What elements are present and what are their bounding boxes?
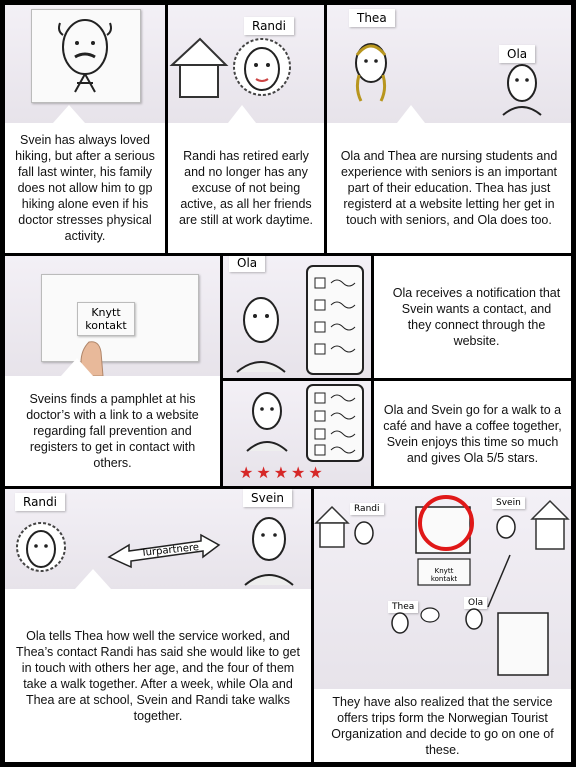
panel-photo: Ola	[223, 256, 371, 378]
panel-caption: Ola and Svein go for a walk to a café an…	[374, 381, 571, 486]
panel-ola-notified-caption: Ola receives a notification that Svein w…	[374, 256, 571, 378]
panel-photo	[5, 5, 165, 123]
panel-caption: Sveins finds a pamphlet at his doctor’s …	[5, 376, 220, 486]
panel-ola-notified: Ola	[223, 256, 371, 378]
caption-pointer	[61, 358, 93, 376]
panel-caption: Svein has always loved hiking, but after…	[5, 123, 165, 253]
caption-pointer	[53, 105, 85, 123]
panel-four-walk: Randi Svein Turpartnere Ola tells Thea h…	[5, 489, 311, 762]
star-icon: ★	[239, 463, 257, 482]
panel-svein-registers: Knytt kontakt Sveins finds a pamphlet at…	[5, 256, 220, 486]
star-icon: ★	[256, 463, 274, 482]
panel-photo: ★★★★★	[223, 381, 371, 486]
star-rating: ★★★★★	[239, 463, 326, 482]
panel-caption: Ola receives a notification that Svein w…	[382, 256, 571, 378]
panel-photo: Randi Svein Thea Ola Knytt kontakt	[314, 489, 571, 689]
panel-photo: Knytt kontakt	[5, 256, 220, 376]
panel-randi-intro: Randi Randi has retired early and no lon…	[168, 5, 324, 253]
star-icon: ★	[291, 463, 309, 482]
panel-caption: Randi has retired early and no longer ha…	[168, 123, 324, 253]
panel-walk-rating: ★★★★★	[223, 381, 371, 486]
panel-trip: Randi Svein Thea Ola Knytt kontakt They …	[314, 489, 571, 762]
panel-svein-intro: Svein has always loved hiking, but after…	[5, 5, 165, 253]
panel-caption: Ola and Thea are nursing students and ex…	[327, 123, 571, 253]
caption-pointer	[75, 569, 111, 589]
panel-caption: They have also realized that the service…	[314, 689, 571, 762]
panel-students-intro: Thea Ola Ola and Thea are nursing studen…	[327, 5, 571, 253]
panel-caption: Ola tells Thea how well the service work…	[5, 589, 311, 762]
highlight-circle-icon	[418, 495, 474, 551]
panel-photo: Thea Ola	[327, 5, 571, 123]
caption-pointer	[228, 105, 256, 123]
caption-pointer	[397, 105, 425, 123]
star-icon: ★	[273, 463, 292, 482]
panel-photo: Randi Svein Turpartnere	[5, 489, 311, 589]
panel-photo: Randi	[168, 5, 324, 123]
panel-walk-caption: Ola and Svein go for a walk to a café an…	[374, 381, 571, 486]
website-list-icon	[306, 265, 364, 375]
star-icon: ★	[308, 463, 326, 482]
